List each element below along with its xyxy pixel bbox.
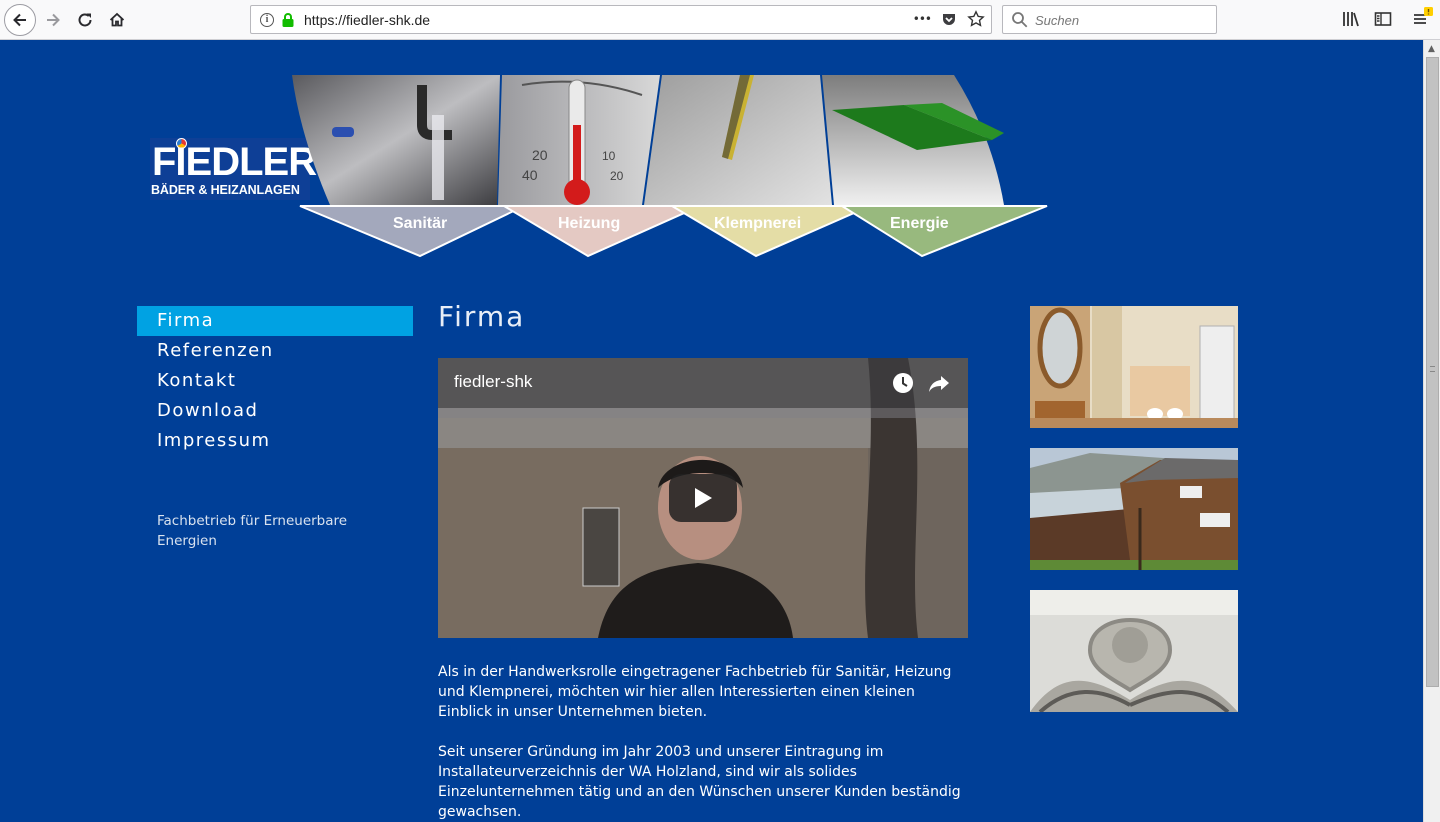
photo-bathroom [1030, 306, 1238, 428]
reload-icon [78, 13, 92, 27]
photo-stone-ornament [1030, 590, 1238, 712]
category-energie[interactable]: Energie [890, 215, 949, 233]
banner-image-sanitaer [292, 75, 500, 205]
search-placeholder: Suchen [1035, 13, 1080, 28]
sidebar-icon[interactable] [1373, 9, 1393, 29]
play-button[interactable] [669, 474, 737, 522]
scrollbar-thumb[interactable] [1426, 57, 1439, 687]
back-button[interactable] [4, 4, 36, 36]
svg-text:10: 10 [602, 149, 616, 163]
share-icon[interactable] [927, 371, 951, 395]
video-player[interactable]: fiedler-shk [438, 358, 968, 638]
page-title: Firma [438, 300, 526, 333]
category-sanitaer[interactable]: Sanitär [393, 215, 447, 233]
nav-item-download[interactable]: Download [137, 396, 413, 426]
logo-subtitle: BÄDER & HEIZANLAGEN [151, 183, 300, 197]
arrow-right-icon [47, 13, 60, 27]
category-klempnerei[interactable]: Klempnerei [714, 215, 801, 233]
play-icon [695, 488, 712, 508]
arrow-left-icon [13, 13, 26, 27]
browser-toolbar: i https://fiedler-shk.de ••• Suchen [0, 0, 1440, 40]
nav-item-referenzen[interactable]: Referenzen [137, 336, 413, 366]
svg-text:20: 20 [532, 147, 548, 163]
menu-icon[interactable] [1410, 5, 1434, 29]
site-logo[interactable]: FIEDLER BÄDER & HEIZANLAGEN [150, 138, 317, 200]
intro-paragraph: Als in der Handwerksrolle eingetragener … [438, 664, 952, 720]
sidebar-note: Fachbetrieb für Erneuerbare Energien [157, 513, 348, 549]
url-bar[interactable]: i https://fiedler-shk.de ••• [250, 5, 992, 34]
page-info-icon[interactable]: i [260, 13, 274, 27]
svg-text:40: 40 [522, 167, 538, 183]
category-heizung[interactable]: Heizung [558, 215, 620, 233]
scrollbar-grip [1430, 366, 1435, 372]
photo-house [1030, 448, 1238, 570]
main-navigation: Firma Referenzen Kontakt Download Impres… [137, 306, 413, 456]
url-text: https://fiedler-shk.de [304, 12, 431, 28]
nav-item-firma[interactable]: Firma [137, 306, 413, 336]
pocket-icon[interactable] [941, 11, 957, 27]
library-icon[interactable] [1341, 9, 1361, 29]
svg-text:20: 20 [610, 169, 624, 183]
nav-item-kontakt[interactable]: Kontakt [137, 366, 413, 396]
search-bar[interactable]: Suchen [1002, 5, 1217, 34]
page-scrollbar[interactable]: ▲ [1423, 40, 1440, 822]
stone-ornament-image [1030, 590, 1238, 712]
house-image [1030, 448, 1238, 570]
bathroom-image [1030, 306, 1238, 428]
nav-item-impressum[interactable]: Impressum [137, 426, 413, 456]
watch-later-icon[interactable] [891, 371, 915, 395]
page-actions-icon[interactable]: ••• [913, 12, 932, 26]
home-icon [109, 12, 125, 27]
history-paragraph: Seit unserer Gründung im Jahr 2003 und u… [438, 744, 961, 820]
scroll-up-arrow-icon[interactable]: ▲ [1428, 44, 1435, 54]
video-title[interactable]: fiedler-shk [454, 372, 532, 392]
reload-button[interactable] [70, 5, 100, 35]
search-icon [1012, 12, 1028, 28]
lock-icon[interactable] [281, 12, 295, 28]
forward-button[interactable] [38, 5, 68, 35]
home-button[interactable] [102, 5, 132, 35]
bookmark-star-icon[interactable] [967, 10, 985, 28]
